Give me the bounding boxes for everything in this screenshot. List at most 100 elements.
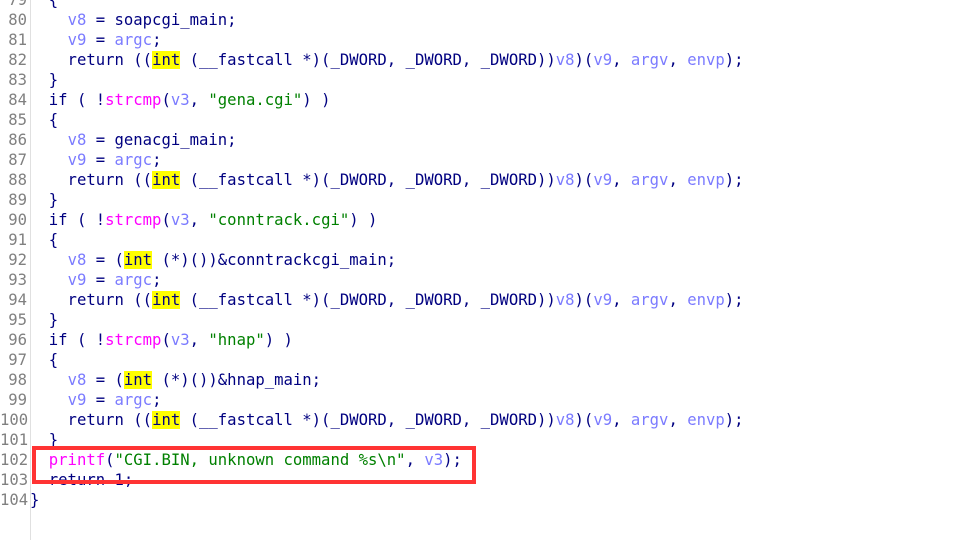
code-token: v9 <box>67 271 87 289</box>
code-line[interactable]: 85 { <box>0 110 969 130</box>
code-token: ( <box>161 211 171 229</box>
code-line[interactable]: 99 v9 = argc; <box>0 390 969 410</box>
code-token: if ( ! <box>30 211 106 229</box>
code-token: argc <box>114 151 153 169</box>
code-token: v8 <box>67 251 87 269</box>
code-token: argv <box>630 51 669 69</box>
code-token: } <box>30 71 59 89</box>
code-token: , <box>189 331 209 349</box>
line-number: 101 <box>0 431 29 449</box>
code-line[interactable]: 90 if ( !strcmp(v3, "conntrack.cgi") ) <box>0 210 969 230</box>
code-token: } <box>30 311 59 329</box>
code-token: (__fastcall *)(_DWORD, _DWORD, _DWORD)) <box>180 411 556 429</box>
code-token: int <box>152 291 181 309</box>
code-token: argc <box>114 31 153 49</box>
code-token: ); <box>724 51 744 69</box>
line-number: 94 <box>8 291 27 309</box>
code-token: argv <box>630 291 669 309</box>
code-token: strcmp <box>105 91 162 109</box>
code-token: = soapcgi_main; <box>86 11 237 29</box>
line-number: 82 <box>8 51 27 69</box>
code-token: envp <box>687 291 725 309</box>
code-line[interactable]: 86 v8 = genacgi_main; <box>0 130 969 150</box>
code-token: v8 <box>67 371 87 389</box>
line-number: 95 <box>8 311 27 329</box>
code-token: ( <box>161 91 171 109</box>
code-line[interactable]: 81 v9 = argc; <box>0 30 969 50</box>
code-token: , <box>612 171 631 189</box>
line-number: 98 <box>8 371 27 389</box>
line-number: 99 <box>8 391 27 409</box>
code-token: = ( <box>86 251 124 269</box>
code-token: v9 <box>67 391 87 409</box>
code-line[interactable]: 83 } <box>0 70 969 90</box>
code-line[interactable]: 82 return ((int (__fastcall *)(_DWORD, _… <box>0 50 969 70</box>
code-line[interactable]: 91 { <box>0 230 969 250</box>
code-token: argc <box>114 391 153 409</box>
code-token: return (( <box>30 171 153 189</box>
code-token: ); <box>724 171 744 189</box>
code-token: v3 <box>170 331 190 349</box>
code-token: { <box>30 231 59 249</box>
code-line[interactable]: 100 return ((int (__fastcall *)(_DWORD, … <box>0 410 969 430</box>
code-token: v8 <box>555 171 575 189</box>
line-number: 93 <box>8 271 27 289</box>
line-number: 102 <box>0 451 29 469</box>
code-token: envp <box>687 411 725 429</box>
code-token: return (( <box>30 411 153 429</box>
line-number: 97 <box>8 351 27 369</box>
code-line[interactable]: 93 v9 = argc; <box>0 270 969 290</box>
pseudocode-view[interactable]: 79 {80 v8 = soapcgi_main; 81 v9 = argc; 82… <box>0 0 969 510</box>
code-token: strcmp <box>105 211 162 229</box>
code-line[interactable]: 95 } <box>0 310 969 330</box>
code-token: argv <box>630 411 669 429</box>
code-token: )( <box>574 51 594 69</box>
code-line[interactable]: 92 v8 = (int (*)())&conntrackcgi_main; <box>0 250 969 270</box>
code-token: )( <box>574 291 594 309</box>
line-number: 87 <box>8 151 27 169</box>
code-line[interactable]: 89 } <box>0 190 969 210</box>
code-token: ; <box>152 271 162 289</box>
code-line[interactable]: 80 v8 = soapcgi_main; <box>0 10 969 30</box>
code-line[interactable]: 98 v8 = (int (*)())&hnap_main; <box>0 370 969 390</box>
code-token: , <box>668 51 688 69</box>
code-line[interactable]: 87 v9 = argc; <box>0 150 969 170</box>
code-line[interactable]: 84 if ( !strcmp(v3, "gena.cgi") ) <box>0 90 969 110</box>
code-line[interactable]: 94 return ((int (__fastcall *)(_DWORD, _… <box>0 290 969 310</box>
code-line[interactable]: 79 { <box>0 0 969 10</box>
code-token: int <box>152 51 181 69</box>
code-token: } <box>30 191 59 209</box>
code-token: v9 <box>593 171 613 189</box>
code-token: v9 <box>67 31 87 49</box>
code-token: (*)())&conntrackcgi_main; <box>152 251 397 269</box>
line-number: 80 <box>8 11 27 29</box>
code-token: ; <box>152 151 162 169</box>
line-number: 100 <box>0 411 29 429</box>
line-number: 88 <box>8 171 27 189</box>
code-line[interactable]: 104} <box>0 490 969 510</box>
line-number: 81 <box>8 31 27 49</box>
code-line[interactable]: 88 return ((int (__fastcall *)(_DWORD, _… <box>0 170 969 190</box>
code-token: ; <box>152 391 162 409</box>
code-token: } <box>30 491 40 509</box>
code-token: argv <box>630 171 669 189</box>
code-token: v9 <box>593 51 613 69</box>
code-token: "conntrack.cgi" <box>208 211 350 229</box>
line-number: 89 <box>8 191 27 209</box>
code-token: , <box>612 411 631 429</box>
line-number: 79 <box>8 0 27 9</box>
line-number: 84 <box>8 91 27 109</box>
code-token: int <box>123 251 153 269</box>
line-number: 83 <box>8 71 27 89</box>
code-line[interactable]: 96 if ( !strcmp(v3, "hnap") ) <box>0 330 969 350</box>
code-line[interactable]: 97 { <box>0 350 969 370</box>
code-token: , <box>189 91 209 109</box>
code-token: return (( <box>30 291 153 309</box>
code-token: (__fastcall *)(_DWORD, _DWORD, _DWORD)) <box>180 51 556 69</box>
code-token: = <box>86 31 115 49</box>
code-token: )( <box>574 171 594 189</box>
